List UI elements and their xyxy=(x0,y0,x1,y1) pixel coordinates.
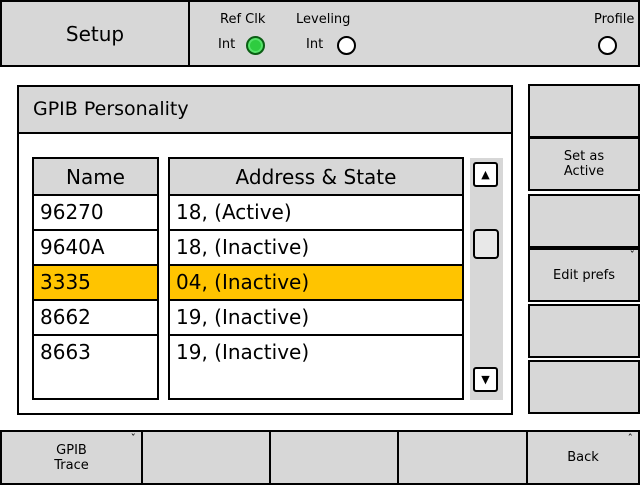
table-cell-address-state[interactable]: 19, (Inactive) xyxy=(170,336,462,369)
scroll-down-button[interactable]: ▼ xyxy=(473,367,498,392)
panel-title: GPIB Personality xyxy=(19,87,511,134)
softkey-right-6[interactable] xyxy=(528,360,640,414)
chevron-up-icon: ˆ xyxy=(627,432,634,445)
address-state-column: 18, (Active) 18, (Inactive) 04, (Inactiv… xyxy=(168,196,464,400)
softkey-label: Back xyxy=(567,450,599,465)
set-as-active-button[interactable]: Set as Active xyxy=(528,137,640,191)
softkey-bottom-4[interactable] xyxy=(397,430,528,485)
table-cell-address-state[interactable]: 19, (Inactive) xyxy=(170,301,462,334)
scrollbar[interactable] xyxy=(470,158,503,400)
down-arrow-icon: ▼ xyxy=(481,373,490,386)
softkey-bottom-3[interactable] xyxy=(269,430,399,485)
column-header-name[interactable]: Name xyxy=(32,157,159,196)
edit-prefs-button[interactable]: ˇ Edit prefs xyxy=(528,248,640,302)
table-cell-address-state[interactable]: 18, (Active) xyxy=(170,196,462,229)
column-header-address-state[interactable]: Address & State xyxy=(168,157,464,196)
softkey-bottom-2[interactable] xyxy=(141,430,271,485)
page-title: Setup xyxy=(65,21,125,46)
table-cell-name-selected[interactable]: 3335 xyxy=(34,266,157,299)
leveling-led-icon xyxy=(337,36,356,55)
leveling-label: Leveling xyxy=(296,12,351,27)
softkey-right-1[interactable] xyxy=(528,84,640,138)
softkey-right-3[interactable] xyxy=(528,194,640,248)
table-cell-address-state[interactable]: 18, (Inactive) xyxy=(170,231,462,264)
gpib-trace-button[interactable]: ˇ GPIB Trace xyxy=(0,430,143,485)
ref-clk-value: Int xyxy=(218,37,236,52)
profile-label: Profile xyxy=(594,12,635,27)
chevron-up-icon: ˇ xyxy=(629,249,636,262)
status-bar: Setup Ref Clk Int Leveling Int Profile xyxy=(0,0,640,67)
back-button[interactable]: ˆ Back xyxy=(526,430,640,485)
leveling-value: Int xyxy=(306,37,324,52)
softkey-right-5[interactable] xyxy=(528,304,640,358)
softkey-label: Edit prefs xyxy=(553,267,615,283)
scroll-thumb[interactable] xyxy=(473,229,499,259)
softkey-label: Set as Active xyxy=(563,149,605,179)
profile-led-icon xyxy=(598,36,617,55)
scroll-up-button[interactable]: ▲ xyxy=(473,162,498,187)
table-cell-name[interactable]: 8663 xyxy=(34,336,157,369)
chevron-down-icon: ˇ xyxy=(130,432,137,445)
table-cell-name[interactable]: 96270 xyxy=(34,196,157,229)
ref-clk-label: Ref Clk xyxy=(220,12,266,27)
softkey-label: GPIB Trace xyxy=(54,442,89,473)
name-column: 96270 9640A 3335 8662 8663 xyxy=(32,196,159,400)
divider xyxy=(188,2,190,65)
table-cell-address-state-selected[interactable]: 04, (Inactive) xyxy=(170,266,462,299)
up-arrow-icon: ▲ xyxy=(481,168,490,181)
ref-clk-led-icon xyxy=(246,36,265,55)
table-cell-name[interactable]: 8662 xyxy=(34,301,157,334)
table-cell-name[interactable]: 9640A xyxy=(34,231,157,264)
